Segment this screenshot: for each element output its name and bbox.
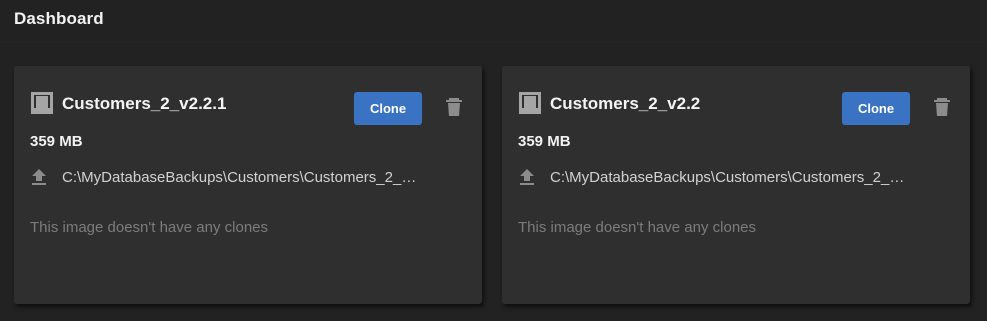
page-title: Dashboard [14,9,104,28]
image-size: 359 MB [30,133,83,150]
upload-icon [32,169,46,185]
image-name[interactable]: Customers_2_v2.2.1 [62,94,226,114]
image-card: Customers_2_v2.2.1 Clone 359 MB C:\MyDat… [14,66,482,304]
source-path: C:\MyDatabaseBackups\Customers\Customers… [62,169,422,186]
upload-icon [520,169,534,185]
empty-clones-message: This image doesn't have any clones [30,219,269,236]
trash-icon[interactable] [933,97,951,117]
empty-clones-message: This image doesn't have any clones [518,219,757,236]
database-image-icon [31,92,53,114]
trash-icon[interactable] [445,97,463,117]
image-card: Customers_2_v2.2 Clone 359 MB C:\MyDatab… [502,66,970,304]
image-name[interactable]: Customers_2_v2.2 [550,94,700,114]
clone-button[interactable]: Clone [842,92,910,125]
source-path: C:\MyDatabaseBackups\Customers\Customers… [550,169,910,186]
clone-button[interactable]: Clone [354,92,422,125]
image-size: 359 MB [518,133,571,150]
database-image-icon [519,92,541,114]
header-divider [0,42,987,43]
